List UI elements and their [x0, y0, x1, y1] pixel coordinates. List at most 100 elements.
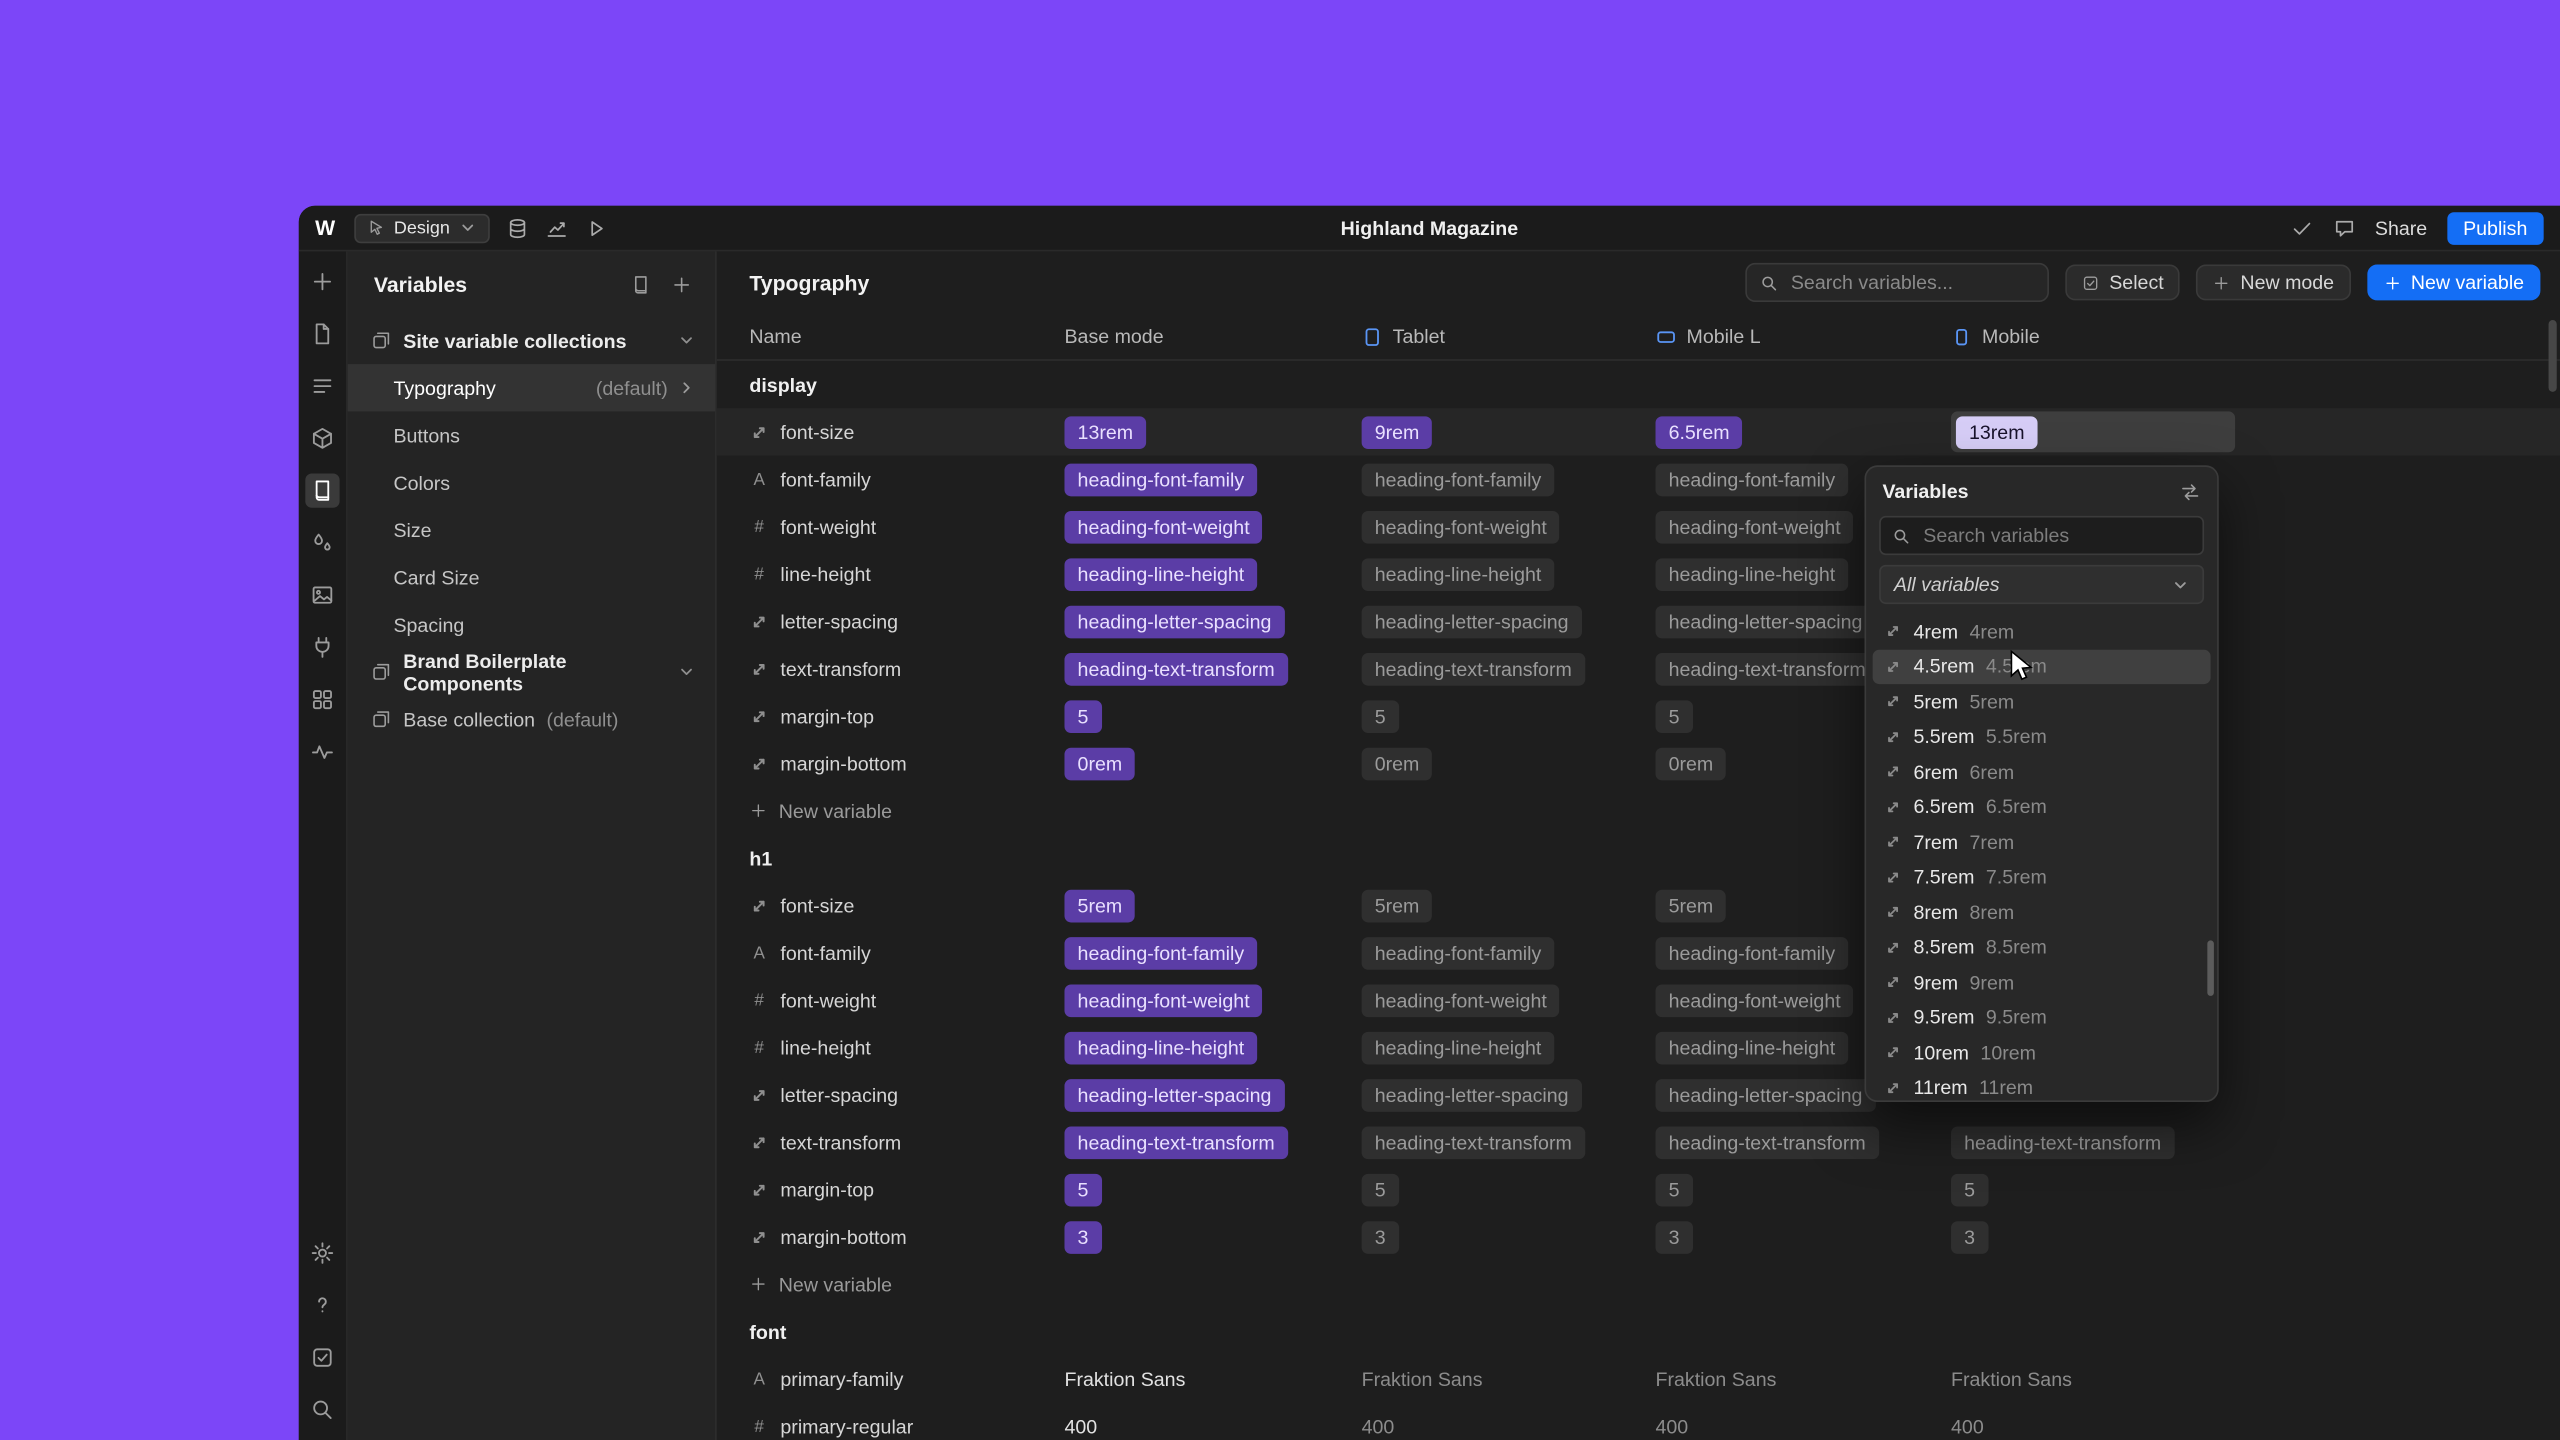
- search-variables-box[interactable]: [1745, 263, 2049, 302]
- variable-option[interactable]: 8rem8rem: [1873, 895, 2211, 930]
- variable-option[interactable]: 7rem7rem: [1873, 824, 2211, 859]
- value-cell[interactable]: Fraktion Sans: [1362, 1367, 1656, 1390]
- value-pill[interactable]: 9rem: [1362, 416, 1433, 449]
- value-cell[interactable]: 3: [1951, 1220, 2560, 1253]
- collection-item[interactable]: Spacing: [348, 601, 715, 648]
- value-cell[interactable]: heading-font-weight: [1362, 984, 1656, 1017]
- variable-option[interactable]: 11rem11rem: [1873, 1070, 2211, 1100]
- value-pill[interactable]: 6.5rem: [1656, 416, 1743, 449]
- value-pill[interactable]: heading-font-family: [1064, 936, 1257, 969]
- value-cell[interactable]: heading-font-family: [1064, 463, 1361, 496]
- search-variables-input[interactable]: [1788, 269, 2035, 295]
- value-pill[interactable]: heading-line-height: [1362, 558, 1555, 591]
- value-edit-cell[interactable]: 13rem: [1951, 411, 2235, 452]
- variable-name-cell[interactable]: font-size: [749, 894, 1064, 917]
- variable-name-cell[interactable]: Afont-family: [749, 468, 1064, 491]
- value-pill[interactable]: heading-font-family: [1656, 936, 1849, 969]
- rail-zoom[interactable]: [305, 1393, 339, 1427]
- value-cell[interactable]: 5rem: [1362, 889, 1656, 922]
- value-pill[interactable]: heading-text-transform: [1362, 1126, 1585, 1159]
- value-cell[interactable]: heading-text-transform: [1064, 652, 1361, 685]
- design-mode-button[interactable]: Design: [355, 213, 489, 242]
- rail-layers[interactable]: [305, 369, 339, 403]
- value-pill[interactable]: 3: [1064, 1220, 1101, 1253]
- variables-filter-select[interactable]: All variables: [1879, 565, 2204, 604]
- value-pill[interactable]: heading-letter-spacing: [1064, 605, 1284, 638]
- value-pill[interactable]: heading-line-height: [1064, 1031, 1257, 1064]
- value-cell[interactable]: 3: [1362, 1220, 1656, 1253]
- variable-option[interactable]: 5rem5rem: [1873, 684, 2211, 719]
- rail-box[interactable]: [305, 421, 339, 455]
- value-cell[interactable]: heading-text-transform: [1656, 1126, 1952, 1159]
- value-pill[interactable]: 5: [1064, 1173, 1101, 1206]
- table-row[interactable]: text-transformheading-text-transformhead…: [717, 1118, 2560, 1165]
- value-cell[interactable]: heading-font-family: [1362, 936, 1656, 969]
- popup-search-input[interactable]: [1920, 522, 2191, 548]
- value-cell[interactable]: 5: [1064, 700, 1361, 733]
- value-pill[interactable]: heading-text-transform: [1656, 652, 1879, 685]
- value-pill[interactable]: 13rem: [1064, 416, 1146, 449]
- collection-item[interactable]: Card Size: [348, 553, 715, 600]
- variable-name-cell[interactable]: Afont-family: [749, 941, 1064, 964]
- variable-name-cell[interactable]: font-size: [749, 420, 1064, 443]
- value-cell[interactable]: heading-font-weight: [1064, 984, 1361, 1017]
- variable-name-cell[interactable]: Aprimary-family: [749, 1367, 1064, 1390]
- value-text[interactable]: 400: [1656, 1415, 1689, 1438]
- value-text[interactable]: Fraktion Sans: [1951, 1367, 2072, 1390]
- collection-item[interactable]: Colors: [348, 459, 715, 506]
- value-cell[interactable]: 13rem: [1064, 416, 1361, 449]
- table-row[interactable]: margin-top5555: [717, 1166, 2560, 1213]
- value-pill[interactable]: heading-letter-spacing: [1362, 605, 1582, 638]
- table-row[interactable]: #line-heightheading-line-heightheading-l…: [717, 1024, 2560, 1071]
- value-pill[interactable]: heading-line-height: [1362, 1031, 1555, 1064]
- value-cell[interactable]: heading-text-transform: [1362, 652, 1656, 685]
- variable-option[interactable]: 10rem10rem: [1873, 1035, 2211, 1070]
- value-text[interactable]: Fraktion Sans: [1064, 1367, 1185, 1390]
- rail-grid[interactable]: [305, 682, 339, 716]
- value-pill[interactable]: heading-font-family: [1362, 936, 1555, 969]
- table-row[interactable]: Afont-familyheading-font-familyheading-f…: [717, 929, 2560, 976]
- variable-option[interactable]: 6.5rem6.5rem: [1873, 789, 2211, 824]
- variable-name-cell[interactable]: margin-bottom: [749, 1225, 1064, 1248]
- value-text[interactable]: 400: [1064, 1415, 1097, 1438]
- value-pill[interactable]: heading-letter-spacing: [1656, 1078, 1876, 1111]
- value-pill[interactable]: heading-font-family: [1656, 463, 1849, 496]
- scrollbar-thumb[interactable]: [2549, 320, 2557, 392]
- value-pill[interactable]: 3: [1362, 1220, 1399, 1253]
- rail-plug[interactable]: [305, 630, 339, 664]
- variable-name-cell[interactable]: #line-height: [749, 1036, 1064, 1059]
- popup-scrollbar-thumb[interactable]: [2207, 940, 2214, 996]
- value-cell[interactable]: 5: [1656, 1173, 1952, 1206]
- value-cell[interactable]: heading-line-height: [1362, 558, 1656, 591]
- table-row[interactable]: margin-top555: [717, 692, 2560, 739]
- table-row[interactable]: margin-bottom3333: [717, 1213, 2560, 1260]
- value-pill[interactable]: 5rem: [1064, 889, 1135, 922]
- value-pill[interactable]: heading-line-height: [1064, 558, 1257, 591]
- value-text[interactable]: 400: [1362, 1415, 1395, 1438]
- value-cell[interactable]: 13rem: [1951, 411, 2560, 452]
- value-cell[interactable]: heading-font-family: [1362, 463, 1656, 496]
- table-row[interactable]: font-size5rem5rem5rem: [717, 882, 2560, 929]
- rail-gear[interactable]: [305, 1236, 339, 1270]
- table-row[interactable]: text-transformheading-text-transformhead…: [717, 645, 2560, 692]
- value-cell[interactable]: Fraktion Sans: [1656, 1367, 1952, 1390]
- webflow-logo-icon[interactable]: W: [315, 216, 335, 240]
- value-cell[interactable]: heading-letter-spacing: [1064, 605, 1361, 638]
- variable-name-cell[interactable]: margin-top: [749, 1178, 1064, 1201]
- value-text[interactable]: 400: [1951, 1415, 1984, 1438]
- value-cell[interactable]: heading-line-height: [1362, 1031, 1656, 1064]
- value-cell[interactable]: heading-line-height: [1064, 1031, 1361, 1064]
- value-cell[interactable]: heading-line-height: [1064, 558, 1361, 591]
- variable-name-cell[interactable]: #font-weight: [749, 515, 1064, 538]
- value-cell[interactable]: heading-letter-spacing: [1362, 605, 1656, 638]
- table-row[interactable]: #font-weightheading-font-weightheading-f…: [717, 976, 2560, 1023]
- value-cell[interactable]: heading-font-weight: [1064, 510, 1361, 543]
- value-pill[interactable]: heading-line-height: [1656, 1031, 1849, 1064]
- base-collection-item[interactable]: Base collection (default): [348, 696, 715, 743]
- value-cell[interactable]: 5: [1362, 1173, 1656, 1206]
- value-text[interactable]: Fraktion Sans: [1362, 1367, 1483, 1390]
- popup-search-box[interactable]: [1879, 516, 2204, 555]
- new-variable-row[interactable]: New variable: [717, 787, 2560, 834]
- table-row[interactable]: #primary-regular400400400400: [717, 1402, 2560, 1440]
- variable-option[interactable]: 5.5rem5.5rem: [1873, 719, 2211, 754]
